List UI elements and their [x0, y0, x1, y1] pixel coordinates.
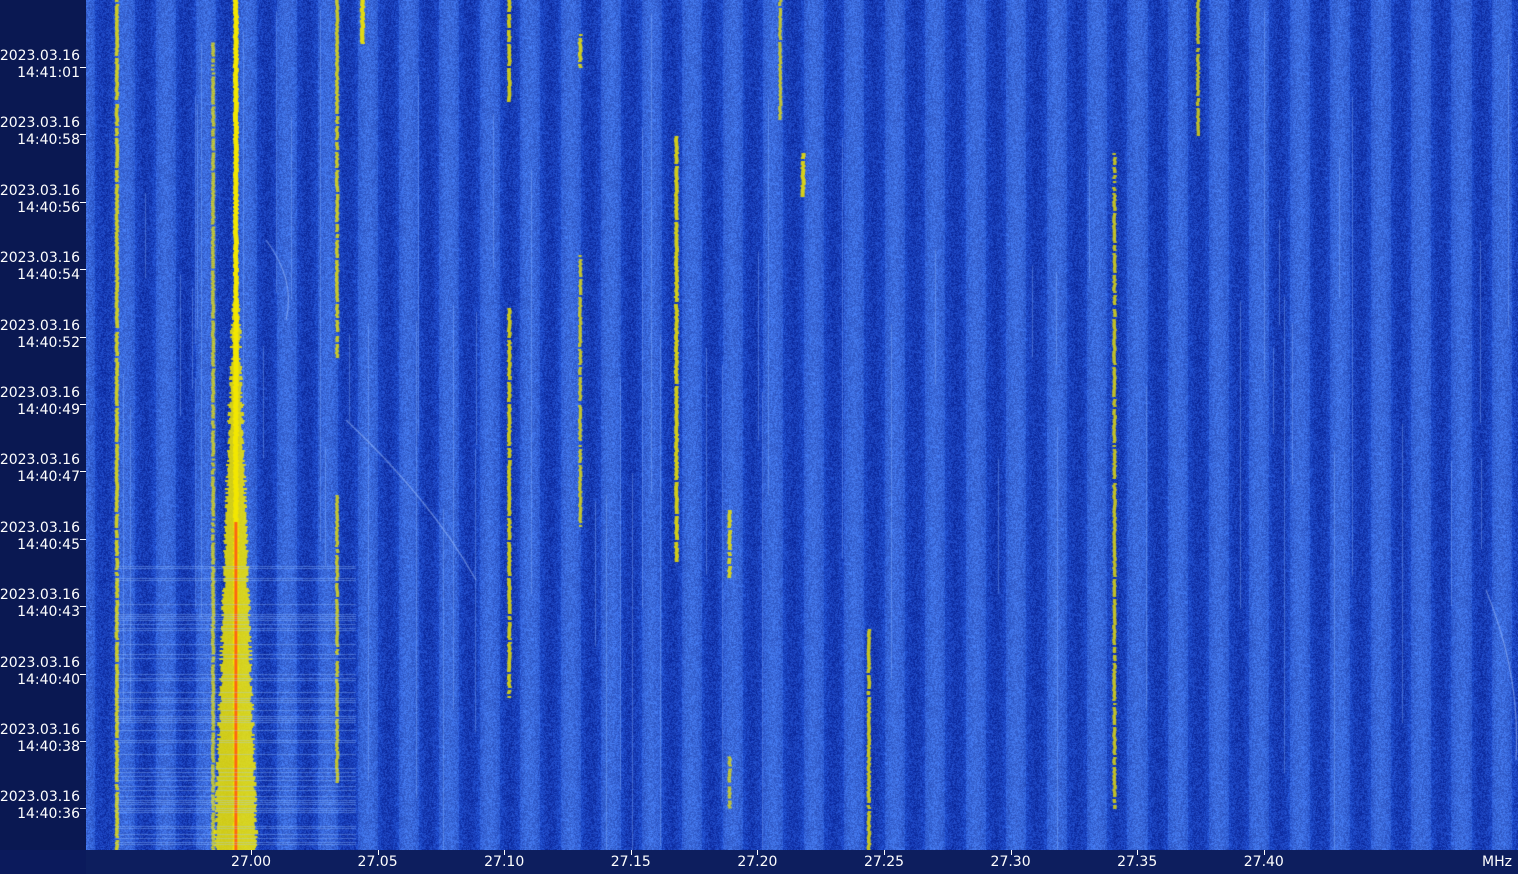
time-label-time: 14:40:40 — [17, 671, 80, 688]
time-label-date: 2023.03.16 — [0, 115, 80, 132]
time-label-date: 2023.03.16 — [0, 317, 80, 334]
frequency-label: 27.15 — [610, 854, 651, 870]
time-label: 2023.03.16 14:40:54 — [0, 250, 80, 284]
time-label: 2023.03.16 14:40:49 — [0, 385, 80, 419]
time-label-time: 14:40:58 — [17, 132, 80, 149]
time-tick — [80, 606, 86, 608]
time-label-time: 14:40:45 — [17, 536, 80, 553]
time-tick — [80, 404, 86, 405]
time-label: 2023.03.16 14:40:52 — [0, 318, 80, 352]
time-label-time: 14:40:49 — [17, 402, 80, 418]
time-label: 2023.03.16 14:40:36 — [0, 789, 80, 823]
frequency-label: 27.30 — [990, 854, 1031, 870]
frequency-label: 27.20 — [737, 854, 778, 870]
time-label-time: 14:40:52 — [17, 334, 80, 351]
time-label-time: 14:41:01 — [17, 65, 80, 81]
time-label-date: 2023.03.16 — [0, 182, 80, 199]
time-tick — [80, 471, 86, 473]
frequency-label: 27.35 — [1117, 854, 1158, 870]
time-label: 2023.03.16 14:40:43 — [0, 587, 80, 621]
time-label-time: 14:40:43 — [17, 604, 80, 621]
time-label-time: 14:40:56 — [17, 199, 80, 216]
time-label: 2023.03.16 14:40:40 — [0, 655, 80, 689]
time-label: 2023.03.16 14:40:47 — [0, 452, 80, 486]
time-label: 2023.03.16 14:40:56 — [0, 183, 80, 217]
time-axis: 2023.03.16 14:41:01 2023.03.16 14:40:58 2023… — [0, 0, 86, 850]
time-label-date: 2023.03.16 — [0, 722, 80, 738]
time-tick — [80, 741, 86, 742]
time-label-date: 2023.03.16 — [0, 250, 80, 267]
frequency-label: 27.05 — [357, 854, 398, 870]
spectrogram-window: 2023.03.16 14:41:01 2023.03.16 14:40:58 2023… — [0, 0, 1518, 874]
time-label: 2023.03.16 14:40:38 — [0, 722, 80, 756]
time-label-date: 2023.03.16 — [0, 48, 80, 64]
frequency-axis: MHz 27.00 27.05 27.10 27.15 27.20 27.25 27.30 2… — [86, 850, 1518, 874]
time-tick — [80, 336, 86, 338]
time-tick — [80, 134, 86, 136]
time-label-time: 14:40:54 — [17, 267, 80, 284]
time-label-date: 2023.03.16 — [0, 452, 80, 469]
time-label: 2023.03.16 14:40:45 — [0, 520, 80, 554]
time-label-time: 14:40:36 — [17, 806, 80, 823]
time-label: 2023.03.16 14:40:58 — [0, 115, 80, 149]
time-label-time: 14:40:47 — [17, 469, 80, 486]
time-tick — [80, 269, 86, 271]
frequency-label: 27.40 — [1243, 854, 1284, 870]
waterfall-display[interactable] — [86, 0, 1518, 850]
time-label-date: 2023.03.16 — [0, 519, 80, 536]
frequency-label: 27.25 — [863, 854, 905, 870]
time-label-date: 2023.03.16 — [0, 654, 80, 671]
time-label-time: 14:40:38 — [17, 739, 80, 755]
time-tick — [80, 538, 86, 540]
time-tick — [80, 673, 86, 675]
time-tick — [80, 808, 86, 810]
time-label-date: 2023.03.16 — [0, 587, 80, 604]
time-label-date: 2023.03.16 — [0, 789, 80, 806]
time-label: 2023.03.16 14:41:01 — [0, 48, 80, 82]
frequency-unit-label: MHz — [1482, 854, 1512, 870]
time-tick — [80, 201, 86, 203]
time-tick — [80, 67, 86, 68]
frequency-label: 27.10 — [484, 854, 525, 870]
frequency-label: 27.00 — [230, 854, 272, 870]
time-label-date: 2023.03.16 — [0, 385, 80, 401]
